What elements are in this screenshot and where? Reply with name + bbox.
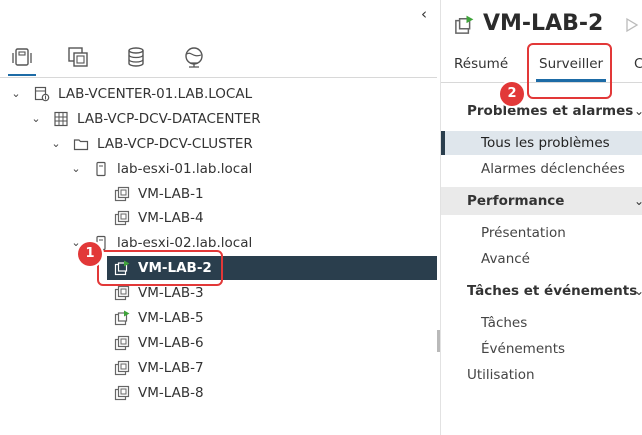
host-icon: [96, 161, 106, 177]
tree-item-label: VM-LAB-8: [138, 385, 204, 401]
vm-icon: [114, 335, 130, 351]
chevron-down-icon[interactable]: ⌄: [634, 97, 642, 125]
callout-highlight-box: [527, 43, 612, 99]
callout-badge: 1: [78, 242, 102, 266]
section-performance[interactable]: Performance ⌄: [441, 187, 642, 215]
hosts-clusters-icon[interactable]: [11, 46, 33, 68]
tree-item-vm[interactable]: VM-LAB-5: [0, 306, 437, 330]
menu-item-tasks[interactable]: Tâches: [441, 311, 642, 335]
tree-item-label: VM-LAB-4: [138, 210, 204, 226]
tree-item-label: VM-LAB-1: [138, 186, 204, 202]
menu-item-utilization[interactable]: Utilisation: [441, 363, 642, 387]
callout-highlight-box: [97, 250, 223, 286]
networking-icon[interactable]: [183, 46, 205, 68]
vm-icon: [114, 210, 130, 226]
power-on-icon[interactable]: [624, 17, 640, 33]
tree-item-label: lab-esxi-01.lab.local: [117, 161, 253, 177]
section-label: Problèmes et alarmes: [467, 103, 634, 119]
datacenter-icon: [54, 111, 68, 127]
tree-item-label: VM-LAB-6: [138, 335, 204, 351]
tree-item-host[interactable]: ⌄ lab-esxi-01.lab.local: [0, 157, 437, 181]
tree-item-vm[interactable]: VM-LAB-8: [0, 381, 437, 405]
vm-icon: [114, 385, 130, 401]
active-view-indicator: [8, 74, 36, 76]
section-label: Tâches et événements: [467, 283, 638, 299]
tree-item-label: LAB-VCENTER-01.LAB.LOCAL: [58, 86, 253, 102]
tab-summary[interactable]: Résumé: [454, 56, 508, 72]
tree-item-label: VM-LAB-5: [138, 310, 204, 326]
tree-item-label: LAB-VCP-DCV-CLUSTER: [97, 136, 253, 152]
tree-item-vcenter[interactable]: ⌄ LAB-VCENTER-01.LAB.LOCAL: [0, 82, 437, 106]
section-label: Performance: [467, 193, 565, 209]
chevron-down-icon[interactable]: ⌄: [634, 187, 642, 215]
vms-templates-icon[interactable]: [67, 46, 89, 68]
menu-item-overview[interactable]: Présentation: [441, 221, 642, 245]
tree-item-cluster[interactable]: ⌄ LAB-VCP-DCV-CLUSTER: [0, 132, 437, 156]
chevron-down-icon[interactable]: ⌄: [70, 157, 82, 181]
vm-running-icon: [455, 15, 474, 34]
section-issues-alarms[interactable]: Problèmes et alarmes ⌄: [441, 97, 642, 125]
vcenter-icon: [34, 86, 50, 102]
collapse-panel-button[interactable]: ‹: [414, 4, 434, 24]
tree-item-vm[interactable]: VM-LAB-4: [0, 206, 437, 230]
divider: [0, 77, 437, 78]
page-title: VM-LAB-2: [483, 11, 604, 36]
chevron-down-icon[interactable]: ⌄: [10, 82, 22, 106]
vm-icon: [114, 285, 130, 301]
menu-item-events[interactable]: Événements: [441, 337, 642, 361]
tree-item-vm[interactable]: VM-LAB-7: [0, 356, 437, 380]
storage-icon[interactable]: [125, 46, 147, 68]
tree-item-label: VM-LAB-7: [138, 360, 204, 376]
callout-badge: 2: [500, 82, 524, 106]
tree-item-datacenter[interactable]: ⌄ LAB-VCP-DCV-DATACENTER: [0, 107, 437, 131]
menu-item-advanced[interactable]: Avancé: [441, 247, 642, 271]
vm-icon: [114, 186, 130, 202]
chevron-down-icon[interactable]: ⌄: [634, 277, 642, 305]
chevron-down-icon[interactable]: ⌄: [30, 107, 42, 131]
menu-item-triggered-alarms[interactable]: Alarmes déclenchées: [441, 157, 642, 181]
section-tasks-events[interactable]: Tâches et événements ⌄: [441, 277, 642, 305]
vm-icon: [114, 360, 130, 376]
vm-running-icon: [114, 310, 130, 326]
tree-item-vm[interactable]: VM-LAB-6: [0, 331, 437, 355]
inventory-navigator: ‹ ⌄ LAB-VCENTER-01.LAB.LOCAL ⌄ LAB-VCP-D…: [0, 0, 437, 435]
cluster-icon: [73, 139, 89, 151]
chevron-down-icon[interactable]: ⌄: [50, 132, 62, 156]
tree-item-vm[interactable]: VM-LAB-1: [0, 182, 437, 206]
menu-item-all-issues[interactable]: Tous les problèmes: [441, 131, 642, 155]
tab-configure[interactable]: C: [634, 56, 642, 72]
tree-item-label: LAB-VCP-DCV-DATACENTER: [77, 111, 261, 127]
